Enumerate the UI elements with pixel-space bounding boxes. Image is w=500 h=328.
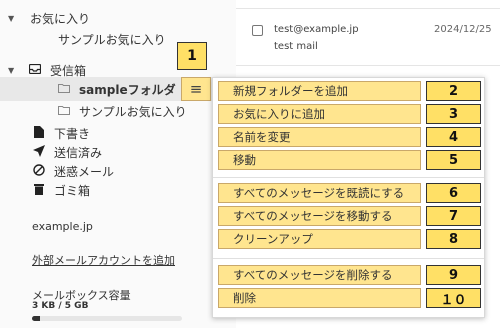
folder-context-menu: 新規フォルダーを追加 2 お気に入りに追加 3 名前を変更 4 移動 5 すべて… (212, 77, 485, 318)
add-external-account-link[interactable]: 外部メールアカウントを追加 (32, 250, 175, 270)
folder-label: サンプルお気に入り (79, 104, 187, 119)
send-icon (32, 144, 46, 160)
chevron-down-icon[interactable]: ▼ (8, 14, 18, 23)
inbox-label: 受信箱 (50, 63, 87, 78)
account-name: example.jp (32, 219, 93, 233)
trash-label: ゴミ箱 (54, 183, 91, 198)
callout-badge: 4 (426, 127, 481, 147)
callout-badge: 6 (426, 183, 481, 203)
ban-icon (32, 163, 46, 179)
menu-item-label: すべてのメッセージを移動する (233, 209, 393, 223)
callout-badge: 2 (426, 81, 481, 101)
inbox-icon (28, 63, 42, 77)
sidebar-item-drafts[interactable]: 下書き (32, 123, 90, 143)
mail-list-header (236, 0, 500, 9)
favorite-item-label: サンプルお気に入り (58, 32, 166, 47)
menu-item-delete-all[interactable]: すべてのメッセージを削除する (218, 265, 421, 285)
callout-badge: １０ (426, 288, 481, 308)
sidebar-item-sent[interactable]: 送信済み (32, 142, 102, 162)
menu-item-label: すべてのメッセージを既読にする (233, 186, 405, 200)
callout-badge: 5 (426, 150, 481, 170)
favorites-label: お気に入り (30, 11, 91, 26)
chevron-down-icon[interactable]: ▼ (8, 66, 18, 75)
menu-item-move-all[interactable]: すべてのメッセージを移動する (218, 206, 421, 226)
quota-progress-fill (32, 316, 40, 321)
inbox-header[interactable]: ▼ 受信箱 (8, 60, 86, 80)
folder-item-favorite[interactable]: サンプルお気に入り (57, 101, 187, 121)
mail-row[interactable]: test@example.jp test mail 2024/12/25 (236, 10, 500, 66)
sent-label: 送信済み (54, 145, 103, 160)
menu-divider (213, 177, 484, 178)
sidebar-item-trash[interactable]: ゴミ箱 (32, 180, 90, 200)
file-icon (32, 125, 46, 141)
folder-icon (57, 104, 71, 118)
menu-item-label: 新規フォルダーを追加 (233, 84, 348, 98)
folder-icon (57, 82, 71, 96)
drafts-label: 下書き (54, 126, 91, 141)
mail-checkbox[interactable] (252, 25, 263, 36)
menu-item-move[interactable]: 移動 (218, 150, 421, 170)
menu-item-label: すべてのメッセージを削除する (233, 268, 393, 282)
mail-app: ▼ お気に入り サンプルお気に入り ▼ 受信箱 sampleフォルダ サンプルお… (0, 0, 500, 328)
callout-badge: 8 (426, 229, 481, 249)
trash-icon (32, 183, 46, 198)
callout-badge: 3 (426, 104, 481, 124)
folder-label: sampleフォルダ (79, 82, 176, 97)
quota-usage: 3 KB / 5 GB (32, 301, 89, 311)
menu-item-cleanup[interactable]: クリーンアップ (218, 229, 421, 249)
menu-item-label: 移動 (233, 153, 256, 167)
menu-item-delete[interactable]: 削除 (218, 288, 421, 308)
spam-label: 迷惑メール (54, 164, 115, 179)
callout-badge: 9 (426, 265, 481, 285)
menu-item-new-folder[interactable]: 新規フォルダーを追加 (218, 81, 421, 101)
favorite-item[interactable]: サンプルお気に入り (58, 29, 166, 49)
mail-from: test@example.jp (274, 24, 359, 35)
folder-item-sample[interactable]: sampleフォルダ (57, 79, 176, 99)
menu-item-label: クリーンアップ (233, 232, 313, 246)
callout-badge: 1 (177, 42, 207, 70)
menu-item-add-favorite[interactable]: お気に入りに追加 (218, 104, 421, 124)
callout-badge: 7 (426, 206, 481, 226)
menu-item-mark-all-read[interactable]: すべてのメッセージを既読にする (218, 183, 421, 203)
menu-item-label: お気に入りに追加 (233, 107, 325, 121)
mail-subject: test mail (274, 41, 318, 52)
hamburger-icon: ≡ (189, 80, 203, 98)
sidebar-item-spam[interactable]: 迷惑メール (32, 161, 114, 181)
menu-divider (213, 258, 484, 259)
quota-progress-bar (32, 316, 182, 321)
menu-item-label: 名前を変更 (233, 130, 291, 144)
menu-item-label: 削除 (233, 291, 256, 305)
folder-menu-button[interactable]: ≡ (181, 77, 211, 101)
mail-date: 2024/12/25 (434, 24, 492, 35)
favorites-header[interactable]: ▼ お気に入り (8, 8, 90, 28)
menu-item-rename[interactable]: 名前を変更 (218, 127, 421, 147)
